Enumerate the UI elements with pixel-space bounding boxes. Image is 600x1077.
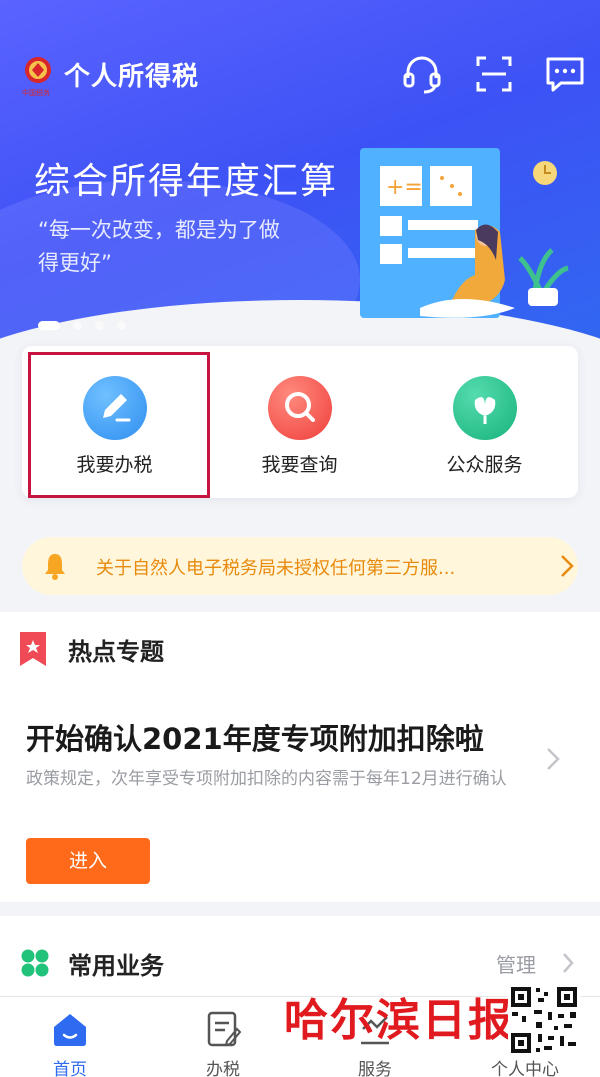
tab-home[interactable]: 首页 (15, 1005, 125, 1077)
bookmark-star-icon (20, 632, 46, 666)
section-title: 热点专题 (68, 638, 164, 666)
article-description: 政策规定，次年享受专项附加扣除的内容需于每年12月进行确认 (26, 769, 507, 789)
quick-action-label: 我要查询 (261, 454, 338, 476)
quick-action-query[interactable]: 我要查询 (207, 346, 392, 498)
highlight-box (28, 352, 210, 498)
home-icon (54, 1014, 86, 1046)
qr-code-icon (508, 984, 580, 1056)
banner-title: 综合所得年度汇算 (34, 161, 339, 202)
tax-emblem-icon: 中国税务 (22, 57, 51, 97)
app-title: 个人所得税 (64, 62, 200, 92)
svg-text:中国税务: 中国税务 (22, 88, 50, 97)
banner-subtitle: “每一次改变，都是为了做得更好” (38, 218, 280, 275)
section-title: 常用业务 (68, 952, 164, 980)
scan-icon[interactable] (472, 52, 516, 96)
flower-icon (453, 376, 517, 440)
notice-bar[interactable]: 关于自然人电子税务局未授权任何第三方服... (22, 537, 578, 595)
manage-link[interactable]: 管理 (496, 949, 536, 978)
tax-form-icon (207, 1011, 242, 1047)
article-title[interactable]: 开始确认2021年度专项附加扣除啦 (26, 716, 484, 758)
hero-banner[interactable]: 中国税务 个人所得税 综合所得年度汇算 “每一次改变，都是为了做得更好” += (0, 0, 600, 400)
bell-icon (45, 554, 65, 580)
carousel-dot-active[interactable] (38, 321, 60, 330)
notice-text: 关于自然人电子税务局未授权任何第三方服... (96, 558, 456, 579)
quick-action-label: 公众服务 (446, 454, 523, 476)
tab-label: 个人中心 (491, 1060, 559, 1077)
headset-icon[interactable] (400, 52, 444, 96)
quick-action-public-service[interactable]: 公众服务 (392, 346, 577, 498)
newspaper-watermark: 哈尔滨日报 (284, 995, 514, 1046)
top-bar: 中国税务 个人所得税 (0, 40, 600, 110)
banner-illustration: += (360, 148, 569, 318)
chevron-right-icon[interactable] (546, 747, 560, 771)
hot-topics-section: 热点专题 开始确认2021年度专项附加扣除啦 政策规定，次年享受专项附加扣除的内… (0, 612, 600, 902)
search-icon (268, 376, 332, 440)
carousel-indicator[interactable] (38, 315, 134, 330)
tab-label: 办税 (206, 1060, 240, 1077)
tab-label: 首页 (53, 1060, 87, 1077)
chevron-right-icon[interactable] (562, 952, 574, 974)
chevron-right-icon (561, 555, 574, 577)
chat-icon[interactable] (543, 52, 587, 96)
enter-button[interactable]: 进入 (26, 838, 150, 884)
svg-text:+=: += (386, 175, 423, 200)
grid-icon (21, 949, 49, 977)
tab-file-tax[interactable]: 办税 (168, 1005, 278, 1077)
tab-label: 服务 (358, 1060, 392, 1077)
